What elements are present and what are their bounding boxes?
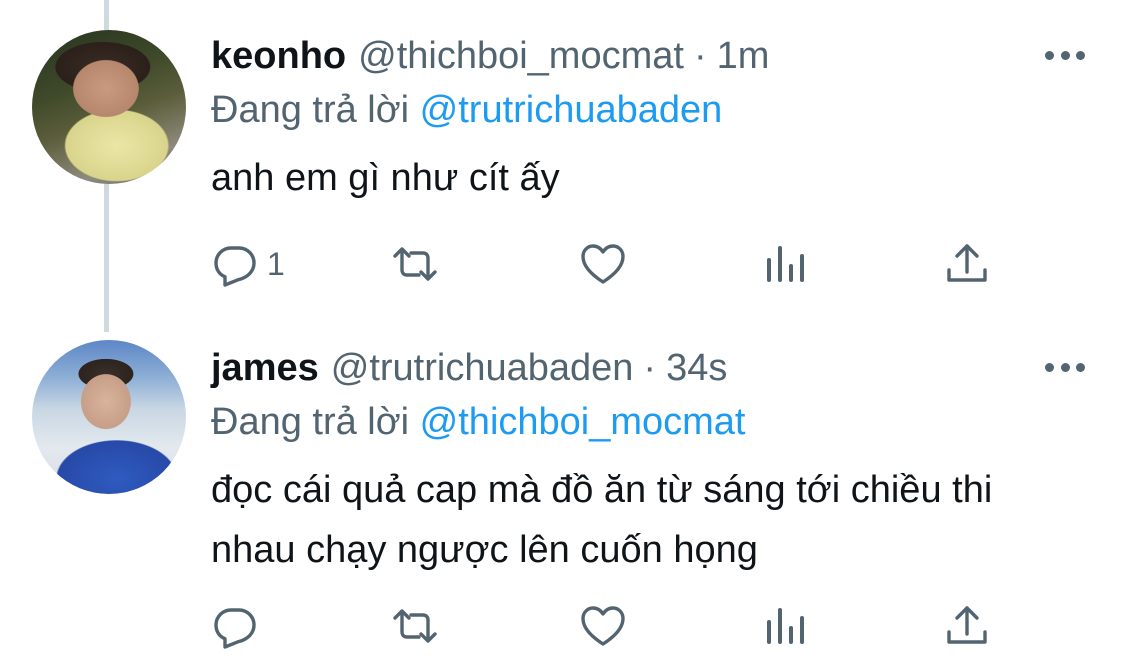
avatar[interactable] [32, 340, 186, 494]
share-icon [947, 244, 987, 282]
analytics-icon [767, 246, 804, 282]
replying-to: Đang trả lời @trutrichuabaden [211, 84, 1085, 136]
tweet[interactable]: james @trutrichuabaden · 34s Đang trả lờ… [0, 332, 1125, 661]
like-button[interactable] [579, 240, 627, 288]
retweet-button[interactable] [391, 240, 439, 288]
tweet-header: james @trutrichuabaden · 34s [211, 342, 1085, 394]
share-icon [947, 606, 987, 644]
timestamp[interactable]: 34s [666, 347, 727, 390]
user-name[interactable]: james [211, 347, 319, 390]
tweet[interactable]: keonho @thichboi_mocmat · 1m Đang trả lờ… [0, 0, 1125, 332]
tweet-header: keonho @thichboi_mocmat · 1m [211, 30, 1085, 82]
retweet-button[interactable] [391, 602, 439, 650]
like-button[interactable] [579, 602, 627, 650]
heart-icon [581, 606, 625, 646]
separator-dot: · [643, 346, 657, 389]
heart-icon [581, 244, 625, 284]
reply-count: 1 [267, 245, 285, 282]
replying-to: Đang trả lời @thichboi_mocmat [211, 396, 1085, 448]
user-name[interactable]: keonho [211, 35, 346, 78]
mention-link[interactable]: @thichboi_mocmat [420, 401, 746, 443]
more-icon[interactable] [1045, 360, 1085, 374]
share-button[interactable] [943, 240, 991, 288]
timestamp[interactable]: 1m [717, 35, 770, 78]
tweet-content: keonho @thichboi_mocmat · 1m Đang trả lờ… [211, 30, 1085, 208]
reply-button[interactable]: 1 [211, 240, 285, 288]
user-handle[interactable]: @thichboi_mocmat [358, 35, 684, 78]
reply-icon [214, 608, 256, 649]
user-handle[interactable]: @trutrichuabaden [331, 347, 634, 390]
replying-prefix: Đang trả lời [211, 401, 410, 443]
avatar[interactable] [32, 30, 186, 184]
separator-dot: · [693, 34, 707, 77]
analytics-icon [767, 608, 804, 644]
tweet-content: james @trutrichuabaden · 34s Đang trả lờ… [211, 342, 1085, 580]
reply-icon [214, 246, 256, 287]
mention-link[interactable]: @trutrichuabaden [420, 89, 723, 131]
share-button[interactable] [943, 602, 991, 650]
replying-prefix: Đang trả lời [211, 89, 410, 131]
reply-button[interactable] [211, 602, 267, 650]
tweet-text: đọc cái quả cap mà đồ ăn từ sáng tới chi… [211, 469, 993, 571]
views-button[interactable] [761, 602, 809, 650]
views-button[interactable] [761, 240, 809, 288]
more-icon[interactable] [1045, 48, 1085, 62]
retweet-icon [393, 609, 437, 643]
tweet-text: anh em gì như cít ấy [211, 157, 560, 199]
retweet-icon [393, 247, 437, 281]
